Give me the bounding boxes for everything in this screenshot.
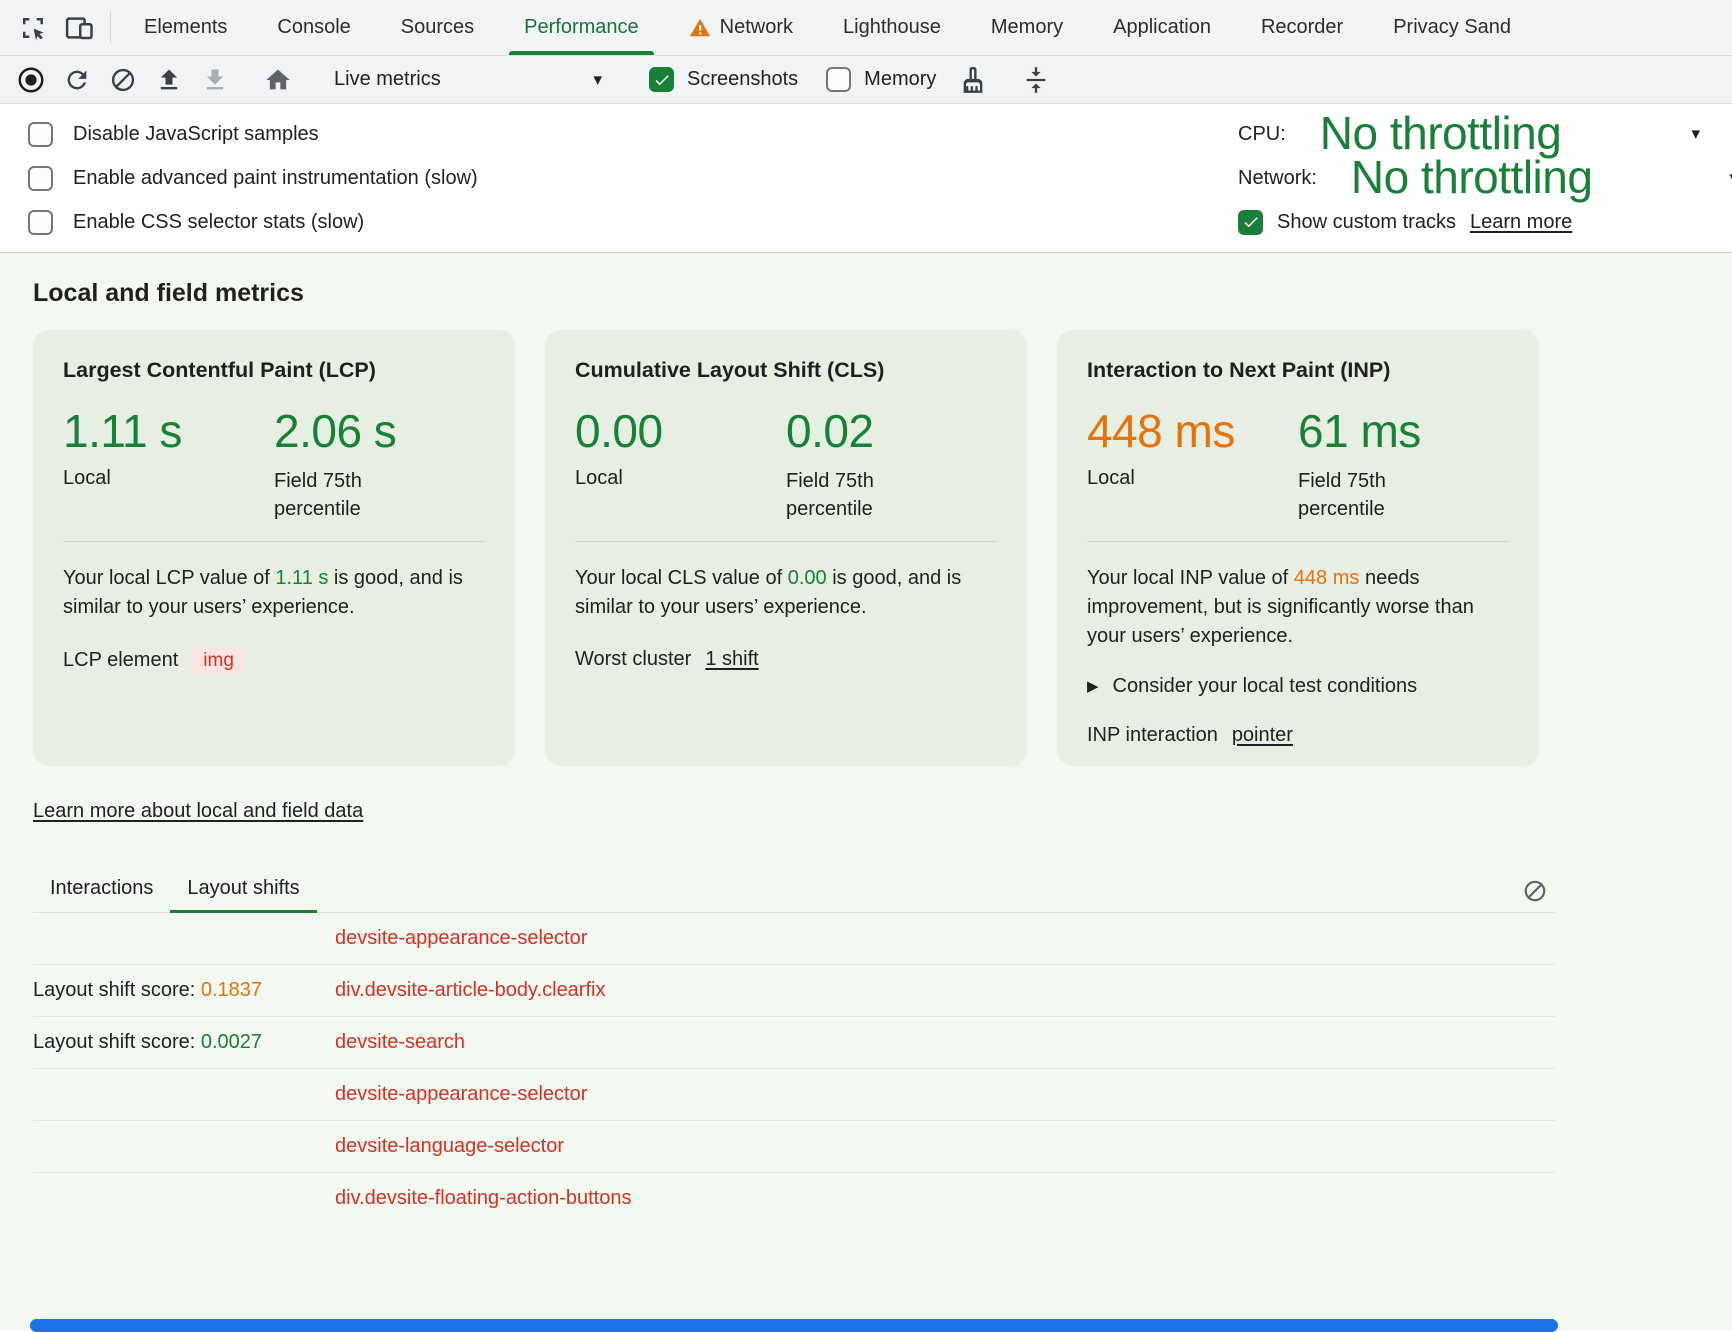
collapse-sections-icon[interactable]: [1013, 60, 1059, 100]
clear-button[interactable]: [100, 60, 146, 100]
field-data-learn-more-link[interactable]: Learn more about local and field data: [33, 800, 363, 823]
inp-interaction-link[interactable]: pointer: [1232, 724, 1293, 747]
checkbox-unchecked: [28, 210, 53, 235]
checkbox-checked: [649, 67, 674, 92]
worst-cluster-link[interactable]: 1 shift: [705, 648, 758, 671]
element-link[interactable]: devsite-appearance-selector: [335, 1083, 587, 1106]
log-tabs: Interactions Layout shifts: [33, 867, 1555, 913]
capture-settings: Disable JavaScript samples Enable advanc…: [0, 104, 1732, 253]
table-row: devsite-language-selector: [33, 1121, 1555, 1173]
show-custom-tracks-row: Show custom tracks Learn more: [1238, 200, 1732, 244]
divider: [63, 541, 485, 542]
element-link[interactable]: devsite-appearance-selector: [335, 927, 587, 950]
tab-interactions[interactable]: Interactions: [33, 877, 170, 912]
lcp-card: Largest Contentful Paint (LCP) 1.11 s Lo…: [33, 330, 515, 766]
checkbox-unchecked: [28, 166, 53, 191]
cls-field-value: 0.02: [786, 407, 997, 457]
timeline-mode-select[interactable]: Live metrics ▾: [318, 68, 618, 91]
tab-recorder[interactable]: Recorder: [1236, 0, 1368, 55]
cls-description: Your local CLS value of 0.00 is good, an…: [575, 564, 997, 622]
cls-card: Cumulative Layout Shift (CLS) 0.00 Local…: [545, 330, 1027, 766]
clear-log-icon[interactable]: [1515, 871, 1555, 911]
layout-shifts-table: devsite-appearance-selector Layout shift…: [33, 913, 1555, 1215]
element-link[interactable]: div.devsite-article-body.clearfix: [335, 979, 605, 1002]
tab-application[interactable]: Application: [1088, 0, 1236, 55]
tab-privacy-sandbox[interactable]: Privacy Sand: [1368, 0, 1536, 55]
performance-toolbar: Live metrics ▾ Screenshots Memory: [0, 56, 1732, 104]
table-row: div.devsite-floating-action-buttons: [33, 1173, 1555, 1215]
custom-tracks-checkbox[interactable]: [1238, 210, 1263, 235]
element-link[interactable]: devsite-language-selector: [335, 1135, 564, 1158]
inspect-icon[interactable]: [10, 0, 56, 55]
checkbox-unchecked: [28, 122, 53, 147]
save-profile-icon[interactable]: [192, 60, 238, 100]
tab-elements[interactable]: Elements: [119, 0, 252, 55]
lcp-description: Your local LCP value of 1.11 s is good, …: [63, 564, 485, 622]
throttling-settings: CPU: No throttling ▾ Network: No throttl…: [1238, 112, 1732, 244]
card-title: Interaction to Next Paint (INP): [1087, 358, 1509, 383]
local-test-conditions-disclosure[interactable]: ▶ Consider your local test conditions: [1087, 675, 1509, 698]
lcp-element-label: LCP element: [63, 649, 178, 672]
table-row: devsite-appearance-selector: [33, 1069, 1555, 1121]
inp-interaction-label: INP interaction: [1087, 724, 1218, 747]
lcp-local-value: 1.11 s: [63, 407, 274, 457]
memory-checkbox[interactable]: Memory: [812, 67, 950, 92]
inp-description: Your local INP value of 448 ms needs imp…: [1087, 564, 1509, 651]
checkmark-icon: [653, 71, 671, 89]
tab-performance[interactable]: Performance: [499, 0, 664, 55]
cls-local-value: 0.00: [575, 407, 786, 457]
table-row: devsite-appearance-selector: [33, 913, 1555, 965]
shift-score: 0.0027: [201, 1031, 262, 1053]
network-throttling-select[interactable]: Network: No throttling ▾: [1238, 156, 1732, 200]
warning-icon: [689, 17, 711, 39]
card-title: Cumulative Layout Shift (CLS): [575, 358, 997, 383]
tab-sources[interactable]: Sources: [376, 0, 499, 55]
worst-cluster-label: Worst cluster: [575, 648, 691, 671]
card-title: Largest Contentful Paint (LCP): [63, 358, 485, 383]
live-metrics-log: Interactions Layout shifts devsite-appea…: [33, 867, 1555, 1215]
divider: [575, 541, 997, 542]
table-row: Layout shift score: 0.1837 div.devsite-a…: [33, 965, 1555, 1017]
device-toolbar-icon[interactable]: [56, 0, 102, 55]
chevron-down-icon: ▾: [593, 70, 602, 90]
checkbox-unchecked: [826, 67, 851, 92]
reload-record-button[interactable]: [54, 60, 100, 100]
checkmark-icon: [1242, 213, 1260, 231]
record-button[interactable]: [8, 60, 54, 100]
tab-memory[interactable]: Memory: [966, 0, 1088, 55]
inp-local-value: 448 ms: [1087, 407, 1298, 457]
table-row: Layout shift score: 0.0027 devsite-searc…: [33, 1017, 1555, 1069]
devtools-tabbar: Elements Console Sources Performance Net…: [0, 0, 1732, 56]
shift-score: 0.1837: [201, 979, 262, 1001]
cpu-throttling-select[interactable]: CPU: No throttling ▾: [1238, 112, 1700, 156]
collect-garbage-icon[interactable]: [950, 60, 996, 100]
element-link[interactable]: div.devsite-floating-action-buttons: [335, 1187, 631, 1210]
home-icon[interactable]: [255, 60, 301, 100]
scrollbar-thumb[interactable]: [30, 1319, 1558, 1332]
divider: [1087, 541, 1509, 542]
metric-cards: Largest Contentful Paint (LCP) 1.11 s Lo…: [33, 330, 1555, 766]
load-profile-icon[interactable]: [146, 60, 192, 100]
tab-layout-shifts[interactable]: Layout shifts: [170, 877, 316, 912]
section-heading: Local and field metrics: [33, 279, 1555, 308]
divider: [110, 12, 111, 43]
element-link[interactable]: devsite-search: [335, 1031, 465, 1054]
inp-field-value: 61 ms: [1298, 407, 1509, 457]
inp-card: Interaction to Next Paint (INP) 448 ms L…: [1057, 330, 1539, 766]
lcp-field-value: 2.06 s: [274, 407, 485, 457]
screenshots-checkbox[interactable]: Screenshots: [635, 67, 812, 92]
tab-console[interactable]: Console: [252, 0, 375, 55]
tab-lighthouse[interactable]: Lighthouse: [818, 0, 966, 55]
disclosure-triangle-icon: ▶: [1087, 677, 1099, 695]
learn-more-link[interactable]: Learn more: [1470, 211, 1572, 234]
lcp-element-chip[interactable]: img: [192, 648, 245, 674]
tab-network[interactable]: Network: [664, 0, 818, 55]
chevron-down-icon: ▾: [1691, 124, 1700, 144]
live-metrics-panel: Local and field metrics Largest Contentf…: [0, 253, 1732, 1330]
